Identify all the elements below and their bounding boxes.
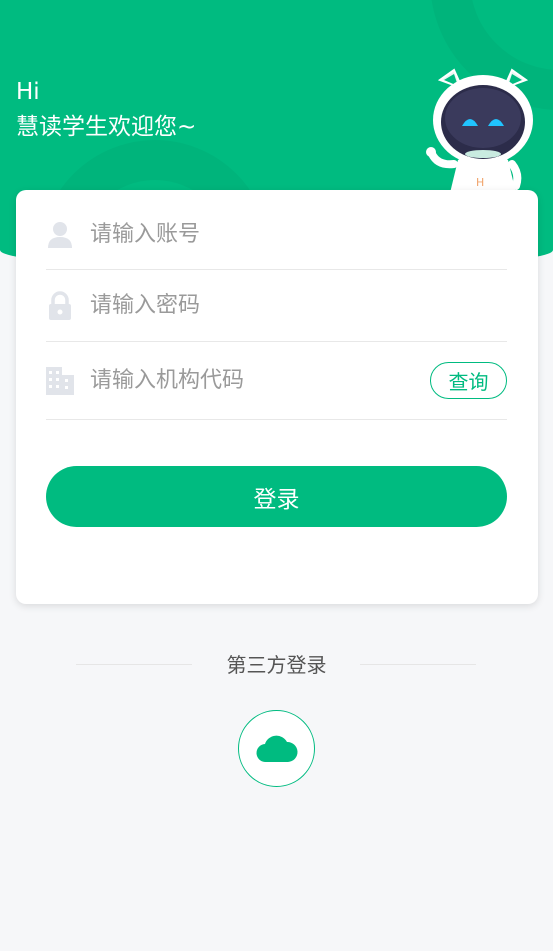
lock-icon: [46, 290, 74, 321]
query-button[interactable]: 查询: [430, 362, 507, 399]
building-icon: [46, 366, 74, 396]
org-code-field: 查询: [46, 342, 507, 420]
welcome-text: 慧读学生欢迎您~: [16, 114, 197, 140]
account-field: [46, 200, 507, 270]
third-party-title: 第三方登录: [226, 653, 327, 677]
cloud-login-button[interactable]: [238, 710, 315, 787]
third-party-login: 第三方登录: [0, 650, 553, 680]
mascot-badge: H: [476, 176, 484, 189]
account-input[interactable]: [90, 214, 507, 255]
greeting-text: Hi: [16, 79, 40, 105]
org-code-input[interactable]: [90, 360, 430, 401]
password-input[interactable]: [90, 285, 507, 326]
login-card: 查询 登录: [16, 190, 538, 604]
robot-mascot-icon: H: [426, 68, 533, 193]
user-icon: [46, 220, 74, 250]
password-field: [46, 270, 507, 342]
cloud-icon: [255, 735, 298, 762]
login-button[interactable]: 登录: [46, 466, 507, 527]
